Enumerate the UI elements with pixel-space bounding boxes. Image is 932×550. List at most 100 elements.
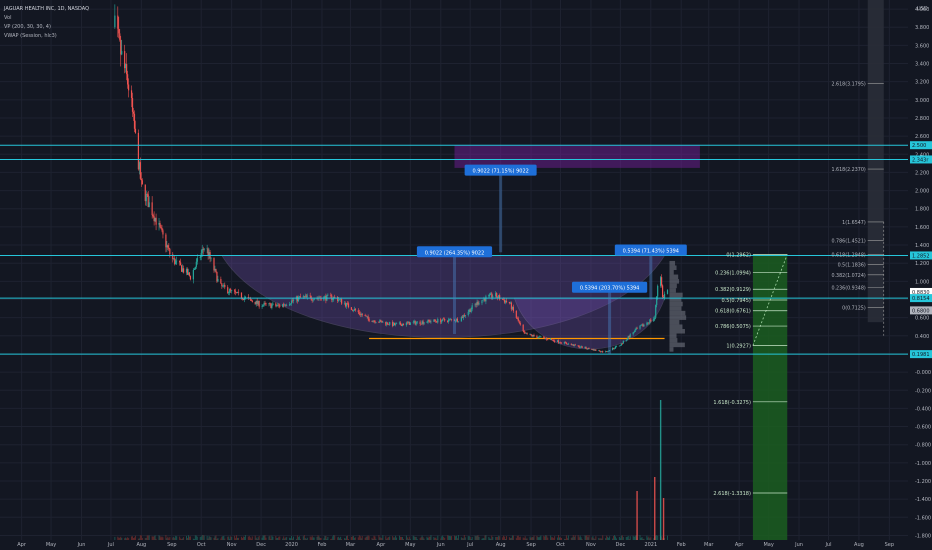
volume-bar [539,536,541,540]
volume-bar [217,538,219,540]
volume-bar [140,535,142,540]
volume-bar [189,536,191,540]
price-badge-label: 2.500 [912,143,926,149]
volume-bar [435,537,437,540]
volume-bar [305,538,307,540]
volume-bar [231,536,233,540]
candle-body [271,305,273,308]
candle-body [347,303,350,308]
volume-bar [415,536,417,540]
volume-bar [264,535,266,540]
volume-bar [558,535,560,540]
candle-body [332,298,334,300]
volume-bar [333,535,335,540]
volume-bar [181,538,183,540]
volume-bar [588,535,590,540]
candle-body [502,299,505,301]
volume-bar [436,538,438,540]
x-tick-label: Sep [885,542,894,548]
candle-body [175,261,177,265]
measure-bar [649,250,653,300]
candle-body [543,336,545,338]
candle-body [515,310,517,318]
candle-body [526,333,528,335]
volume-bar [523,538,525,540]
volume-profile-bar [669,306,682,311]
volume-bar [469,537,471,540]
volume-bar [609,536,611,540]
candle-body [614,346,617,349]
y-tick-label: 3.400 [915,62,929,68]
volume-bar [551,537,553,540]
volume-bar [194,535,196,540]
volume-bar [560,537,562,540]
volume-bar [337,537,339,540]
candle-body [358,312,360,314]
chart-stage[interactable]: 0.9022 (71.15%) 9022 0.9022 (264.35%) 902… [0,0,932,550]
candle-body [560,342,563,344]
price-chart[interactable]: 0.9022 (71.15%) 9022 0.9022 (264.35%) 902… [0,0,932,550]
candle-body [224,284,226,288]
volume-bar [341,538,343,540]
candle-body [162,230,164,235]
volume-bar [564,538,566,540]
volume-bar [364,537,366,540]
volume-bar [462,538,464,540]
volume-bar [271,535,273,540]
y-tick-label: -0.600 [915,425,931,431]
candle-body [338,299,340,301]
volume-bar [625,537,627,540]
volume-bar [530,537,532,540]
candle-body [222,285,224,287]
volume-bar [236,535,238,540]
volume-bar [634,536,636,540]
candle-body [537,337,539,338]
candle-body [517,318,519,322]
volume-bar [512,535,514,540]
volume-bar [405,535,407,540]
volume-bar [442,535,444,540]
volume-bar [402,538,404,540]
candle-body [258,300,260,307]
y-tick-label: 1.000 [915,279,929,285]
volume-bar [448,535,450,540]
volume-bar [585,535,587,540]
candle-body [602,351,604,353]
volume-bar [396,537,398,540]
volume-bar [161,536,163,540]
volume-bar [186,535,188,540]
volume-bar [560,537,562,540]
volume-bar [326,538,328,540]
volume-bar [269,535,271,540]
candle-body [312,300,314,301]
volume-bar [421,535,423,540]
candle-body [180,262,182,266]
candle-body [467,311,469,316]
volume-bar [474,535,476,540]
volume-bar [332,536,334,540]
candle-body [279,305,281,307]
candle-body [632,332,634,335]
fib-level-label: 0(1.2962) [726,252,751,258]
volume-bar [222,536,224,540]
x-tick-label: Jun [794,542,803,548]
x-tick-label: 2020 [285,542,298,548]
volume-bar [334,535,336,540]
volume-bar [344,538,346,540]
volume-bar [174,538,176,540]
volume-bar [602,535,604,540]
candle-body [444,318,446,321]
volume-profile-bar [669,328,685,334]
volume-bar [216,538,218,540]
x-tick-label: Jun [436,542,445,548]
volume-bar [352,535,354,540]
volume-bar [223,535,225,540]
volume-bar [502,537,504,540]
volume-bar [367,535,369,540]
volume-bar [117,536,119,540]
volume-bar [387,537,389,540]
candle-body [533,334,535,337]
volume-bar [132,536,134,540]
volume-bar [372,538,374,540]
x-tick-label: Nov [586,542,596,548]
